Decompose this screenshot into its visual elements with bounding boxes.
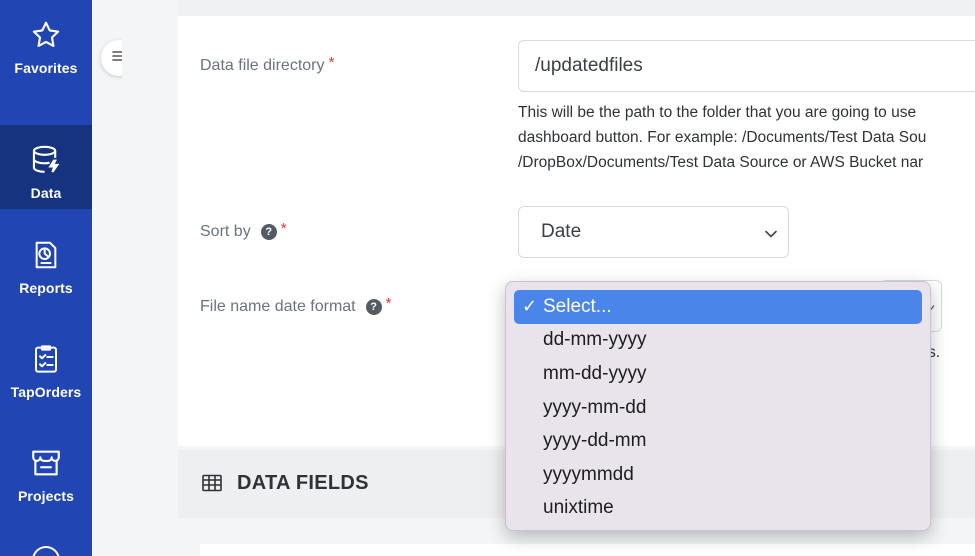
checklist-icon (29, 342, 63, 376)
partial-icon (32, 546, 60, 556)
required-marker: * (385, 295, 392, 312)
data-file-directory-hint: This will be the path to the folder that… (518, 104, 927, 171)
sidebar-item-projects[interactable]: Projects (0, 428, 92, 512)
sidebar-item-label: Favorites (14, 60, 78, 76)
sidebar-item-label: Reports (19, 280, 73, 296)
report-icon (29, 238, 63, 272)
chevron-down-icon (764, 225, 778, 247)
data-file-directory-input[interactable]: /updatedfiles (518, 40, 975, 92)
table-icon (202, 474, 222, 497)
top-strip (178, 0, 975, 16)
help-icon[interactable]: ? (365, 299, 382, 315)
sidebar: Favorites Data Reports TapOrders Project… (0, 0, 92, 556)
data-file-directory-label: Data file directory * (200, 54, 335, 74)
dropdown-option-dd-mm-yyyy[interactable]: dd-mm-yyyy (514, 324, 922, 358)
section-title: DATA FIELDS (237, 472, 369, 494)
dropdown-option-yyyy-dd-mm[interactable]: yyyy-dd-mm (514, 424, 922, 458)
sidebar-item-label: TapOrders (10, 384, 82, 400)
sidebar-gutter (92, 0, 122, 556)
sidebar-item-taporders[interactable]: TapOrders (0, 324, 92, 408)
sidebar-item-reports[interactable]: Reports (0, 220, 92, 304)
sidebar-item-label: Projects (17, 488, 75, 504)
sort-by-select[interactable]: Date (518, 206, 789, 258)
checkmark-icon: ✓ (522, 296, 538, 316)
dropdown-option-mm-dd-yyyy[interactable]: mm-dd-yyyy (514, 357, 922, 391)
sidebar-item-favorites[interactable]: Favorites (0, 0, 92, 84)
store-icon (29, 446, 63, 480)
dropdown-option-yyyymmdd[interactable]: yyyymmdd (514, 458, 922, 492)
date-format-dropdown: ✓ Select... dd-mm-yyyy mm-dd-yyyy yyyy-m… (505, 281, 931, 531)
dropdown-option-yyyy-mm-dd[interactable]: yyyy-mm-dd (514, 391, 922, 425)
sidebar-item-data[interactable]: Data (0, 125, 92, 209)
file-name-date-format-label: File name date format? * (200, 295, 392, 315)
star-icon (29, 18, 63, 52)
sort-by-label: Sort by? * (200, 220, 287, 240)
data-fields-card (200, 544, 975, 556)
dropdown-option-select[interactable]: ✓ Select... (514, 290, 922, 324)
help-icon[interactable]: ? (260, 224, 277, 240)
required-marker: * (328, 54, 335, 71)
database-icon (29, 143, 63, 177)
dropdown-option-unixtime[interactable]: unixtime (514, 492, 922, 526)
sidebar-item-label: Data (30, 185, 62, 201)
required-marker: * (280, 220, 287, 237)
